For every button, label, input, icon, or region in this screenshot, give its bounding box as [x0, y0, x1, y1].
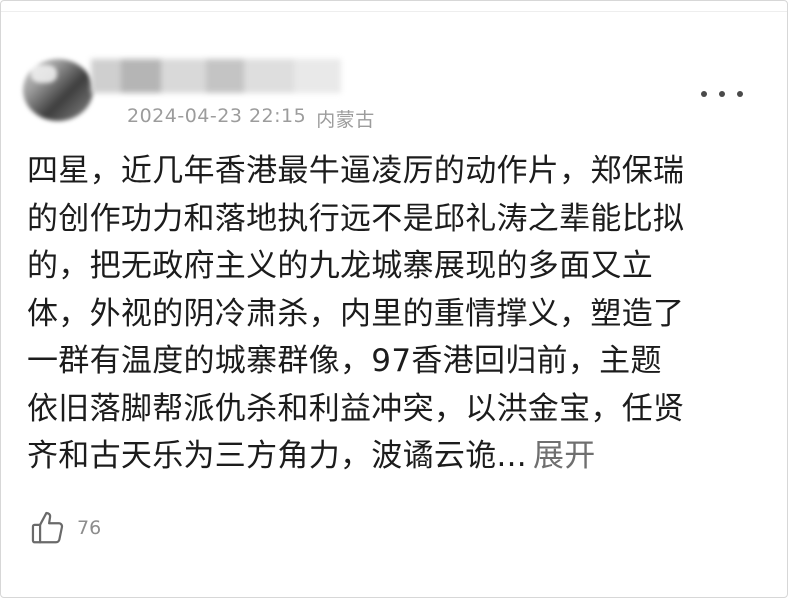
- like-count: 76: [77, 517, 102, 539]
- divider: [1, 11, 787, 12]
- comment-body: 四星，近几年香港最牛逼凌厉的动作片，郑保瑞 的创作功力和落地执行远不是邱礼涛之辈…: [27, 148, 767, 481]
- location: 内蒙古: [316, 109, 375, 131]
- comment-line: 一群有温度的城寨群像，97香港回归前，主题: [27, 343, 662, 379]
- comment-line: 四星，近几年香港最牛逼凌厉的动作片，郑保瑞: [27, 153, 685, 189]
- comment-last-line: 齐和古天乐为三方角力，波谲云诡... 展开: [27, 433, 767, 481]
- more-options-button[interactable]: [701, 83, 743, 105]
- thumbs-up-icon[interactable]: [29, 509, 67, 547]
- more-horizontal-icon: [701, 91, 707, 97]
- comment-line: 的创作功力和落地执行远不是邱礼涛之辈能比拟: [27, 200, 685, 237]
- comment-card: 2024-04-23 22:15 内蒙古 四星，近几年香港最牛逼凌厉的动作片，郑…: [0, 0, 788, 598]
- comment-line: 齐和古天乐为三方角力，波谲云诡...: [27, 438, 527, 474]
- avatar[interactable]: [23, 59, 93, 121]
- username-blurred[interactable]: [91, 59, 341, 93]
- comment-line: 依旧落脚帮派仇杀和利益冲突，以洪金宝，任贤: [27, 390, 685, 427]
- comment-line: 的，把无政府主义的九龙城寨展现的多面又立: [27, 248, 653, 284]
- comment-line: 体，外视的阴冷肃杀，内里的重情撑义，塑造了: [27, 295, 685, 332]
- expand-link[interactable]: 展开: [533, 438, 596, 474]
- timestamp: 2024-04-23 22:15: [127, 105, 307, 127]
- comment-meta: 2024-04-23 22:15 内蒙古: [127, 105, 375, 132]
- like-row: 76: [29, 509, 101, 547]
